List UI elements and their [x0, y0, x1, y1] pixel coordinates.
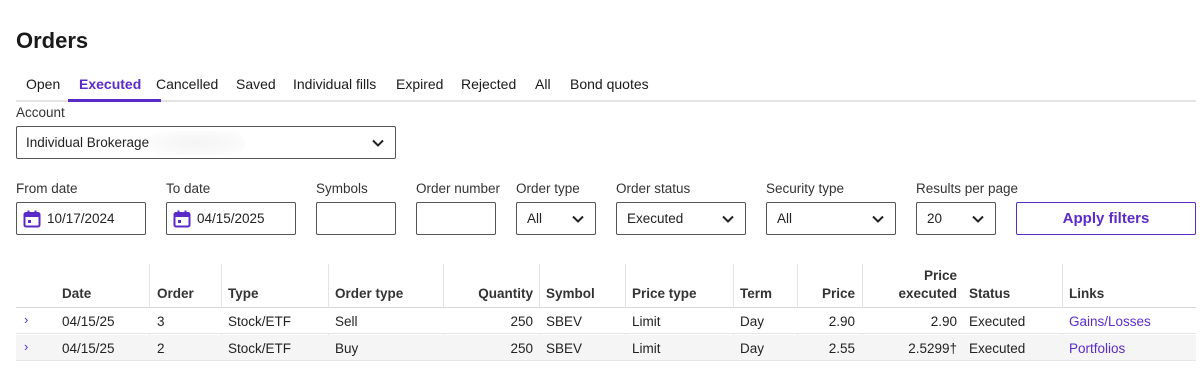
- cell-price-type: Limit: [632, 314, 661, 329]
- redacted-account-number: [149, 131, 245, 155]
- account-label: Account: [16, 105, 65, 120]
- tab-expired[interactable]: Expired: [396, 76, 443, 92]
- header-type[interactable]: Type: [228, 286, 259, 301]
- from-date-label: From date: [16, 181, 78, 196]
- cell-quantity: 250: [510, 341, 533, 356]
- header-price-type[interactable]: Price type: [632, 286, 697, 301]
- cell-type: Stock/ETF: [228, 341, 292, 356]
- cell-date: 04/15/25: [62, 341, 115, 356]
- order-number-label: Order number: [416, 181, 501, 196]
- order-status-value: Executed: [627, 211, 684, 226]
- chevron-down-icon: [721, 212, 735, 226]
- chevron-right-icon[interactable]: ›: [24, 312, 28, 327]
- table-header: Date Order Type Order type Quantity Symb…: [16, 264, 1196, 360]
- header-status[interactable]: Status: [969, 286, 1010, 301]
- active-tab-indicator: [68, 99, 161, 102]
- header-term[interactable]: Term: [740, 286, 772, 301]
- order-number-input[interactable]: [416, 202, 496, 235]
- order-type-label: Order type: [516, 181, 580, 196]
- tab-bond-quotes[interactable]: Bond quotes: [570, 76, 649, 92]
- security-type-select[interactable]: All: [766, 202, 896, 235]
- tab-saved[interactable]: Saved: [236, 76, 276, 92]
- calendar-icon[interactable]: [23, 210, 41, 228]
- portfolios-link[interactable]: Portfolios: [1069, 341, 1125, 356]
- header-price[interactable]: Price: [822, 286, 855, 301]
- chevron-down-icon: [871, 212, 885, 226]
- header-symbol[interactable]: Symbol: [546, 286, 595, 301]
- tab-executed[interactable]: Executed: [79, 76, 141, 92]
- tab-cancelled[interactable]: Cancelled: [156, 76, 218, 92]
- order-status-label: Order status: [616, 181, 691, 196]
- results-per-page-label: Results per page: [916, 181, 1019, 196]
- header-date[interactable]: Date: [62, 286, 91, 301]
- page-title: Orders: [16, 28, 89, 53]
- header-links[interactable]: Links: [1069, 286, 1104, 301]
- cell-order-type: Buy: [335, 341, 359, 356]
- symbols-input[interactable]: [316, 202, 396, 235]
- tab-individual-fills[interactable]: Individual fills: [293, 76, 376, 92]
- to-date-value: 04/15/2025: [197, 211, 265, 226]
- symbols-label: Symbols: [316, 181, 368, 196]
- chevron-down-icon: [571, 212, 585, 226]
- apply-filters-button[interactable]: Apply filters: [1016, 202, 1196, 235]
- table-row: › 04/15/25 3 Stock/ETF Sell 250 SBEV Lim…: [16, 308, 1196, 334]
- cell-price: 2.55: [828, 341, 855, 356]
- cell-term: Day: [740, 341, 765, 356]
- tab-all[interactable]: All: [535, 76, 551, 92]
- header-price-executed-line1[interactable]: Price: [924, 268, 957, 283]
- cell-symbol: SBEV: [546, 341, 583, 356]
- cell-price: 2.90: [828, 314, 855, 329]
- cell-status: Executed: [969, 341, 1026, 356]
- to-date-label: To date: [166, 181, 211, 196]
- cell-price-type: Limit: [632, 341, 661, 356]
- account-select[interactable]: Individual Brokerage: [16, 126, 396, 159]
- cell-order: 3: [157, 314, 165, 329]
- order-status-select[interactable]: Executed: [616, 202, 746, 235]
- order-tabs: Open Executed Cancelled Saved Individual…: [16, 70, 1196, 102]
- tab-open[interactable]: Open: [26, 76, 60, 92]
- order-type-select[interactable]: All: [516, 202, 596, 235]
- from-date-value: 10/17/2024: [47, 211, 115, 226]
- cell-price-executed: 2.5299†: [908, 341, 957, 356]
- table-row: › 04/15/25 2 Stock/ETF Buy 250 SBEV Limi…: [16, 335, 1196, 361]
- tab-rejected[interactable]: Rejected: [461, 76, 516, 92]
- cell-symbol: SBEV: [546, 314, 583, 329]
- header-quantity[interactable]: Quantity: [478, 286, 533, 301]
- cell-quantity: 250: [510, 314, 533, 329]
- header-order[interactable]: Order: [157, 286, 194, 301]
- cell-type: Stock/ETF: [228, 314, 292, 329]
- from-date-field[interactable]: 10/17/2024: [16, 202, 146, 235]
- cell-date: 04/15/25: [62, 314, 115, 329]
- security-type-value: All: [777, 211, 793, 226]
- order-type-value: All: [527, 211, 543, 226]
- cell-order: 2: [157, 341, 165, 356]
- cell-term: Day: [740, 314, 765, 329]
- security-type-label: Security type: [766, 181, 845, 196]
- chevron-down-icon: [971, 212, 985, 226]
- header-order-type[interactable]: Order type: [335, 286, 403, 301]
- chevron-down-icon: [371, 136, 385, 150]
- results-per-page-select[interactable]: 20: [916, 202, 996, 235]
- gains-losses-link[interactable]: Gains/Losses: [1069, 314, 1151, 329]
- header-price-executed-line2[interactable]: executed: [898, 286, 957, 301]
- cell-status: Executed: [969, 314, 1026, 329]
- results-per-page-value: 20: [927, 211, 943, 226]
- cell-order-type: Sell: [335, 314, 358, 329]
- cell-price-executed: 2.90: [930, 314, 957, 329]
- account-value: Individual Brokerage: [26, 135, 150, 150]
- to-date-field[interactable]: 04/15/2025: [166, 202, 296, 235]
- chevron-right-icon[interactable]: ›: [24, 339, 28, 354]
- calendar-icon[interactable]: [173, 210, 191, 228]
